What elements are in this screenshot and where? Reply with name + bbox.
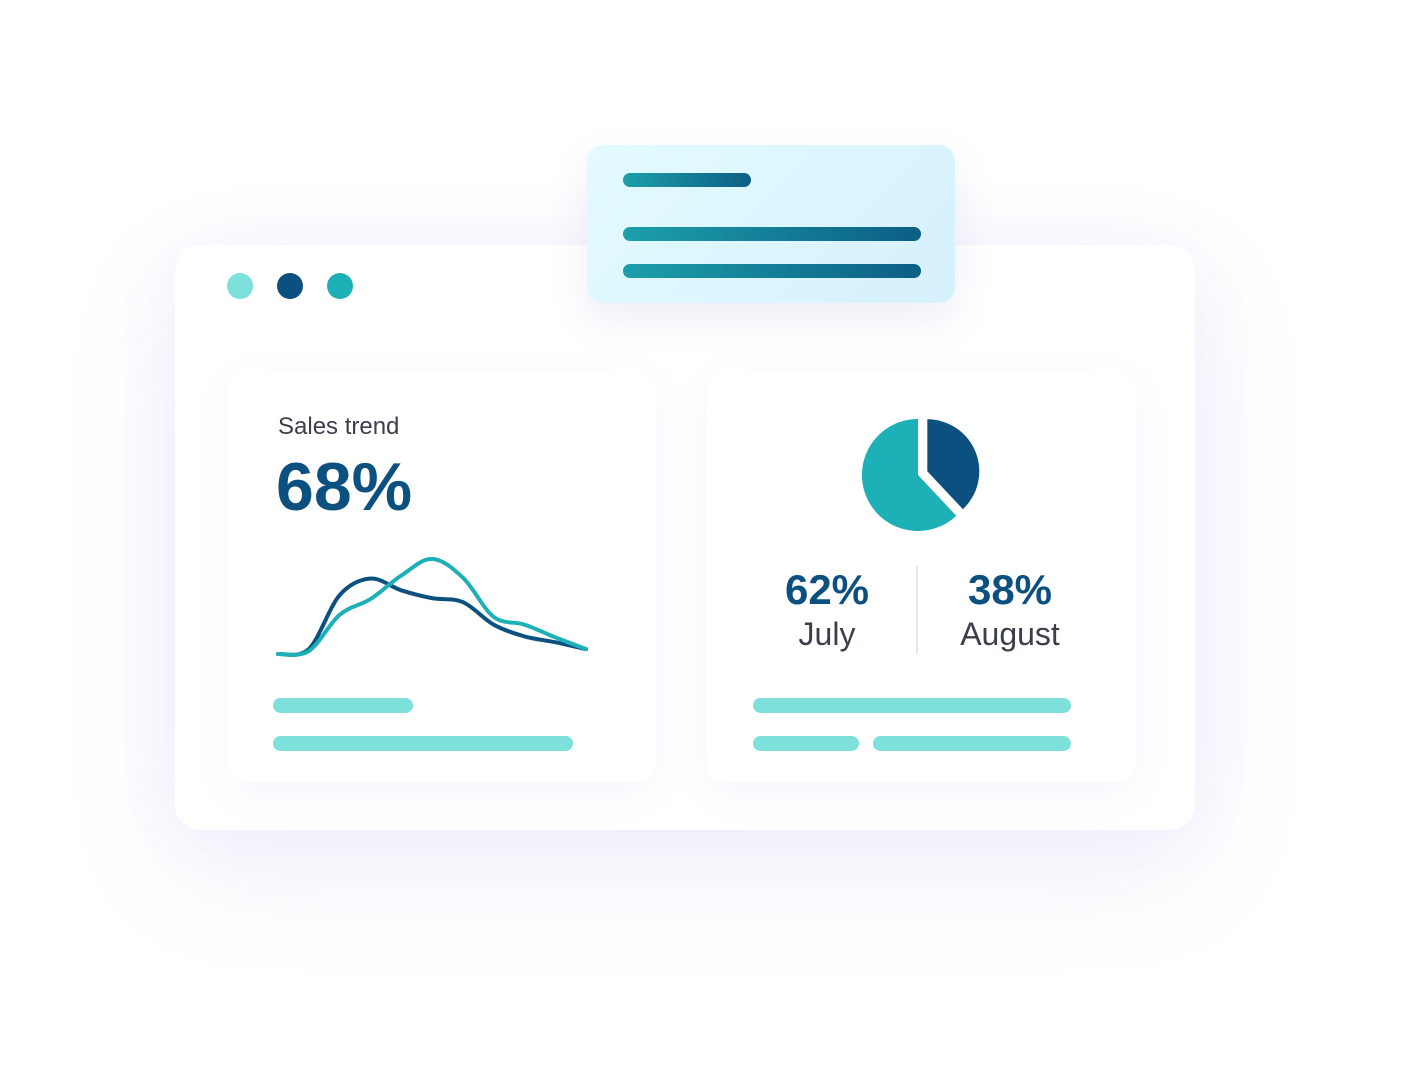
- sales-trend-chart: [276, 556, 588, 657]
- text-placeholder-bar: [623, 264, 921, 278]
- stat-july-label: July: [798, 616, 856, 652]
- trend-line-0: [276, 576, 588, 657]
- notification-card: [587, 145, 955, 303]
- text-placeholder-bar: [273, 698, 413, 713]
- window-control-dot[interactable]: [327, 273, 353, 299]
- monthly-split-card: 62% July 38% August: [706, 370, 1136, 782]
- monthly-split-pie: [861, 418, 980, 531]
- text-placeholder-bar: [753, 736, 859, 751]
- stat-july: 62% July: [727, 566, 927, 654]
- sales-trend-card: Sales trend 68%: [228, 370, 656, 782]
- sales-trend-value: 68%: [276, 449, 413, 525]
- stat-august: 38% August: [910, 566, 1110, 654]
- window-control-dot[interactable]: [227, 273, 253, 299]
- text-placeholder-bar: [273, 736, 573, 751]
- text-placeholder-bar: [873, 736, 1071, 751]
- stat-august-value: 38%: [967, 566, 1053, 613]
- text-placeholder-bar: [623, 227, 921, 241]
- text-placeholder-bar: [623, 173, 751, 187]
- text-placeholder-bar: [753, 698, 1071, 713]
- stat-august-label: August: [960, 616, 1060, 652]
- stat-july-value: 62%: [784, 566, 870, 613]
- sales-trend-title: Sales trend: [278, 413, 400, 440]
- window-control-dot[interactable]: [277, 273, 303, 299]
